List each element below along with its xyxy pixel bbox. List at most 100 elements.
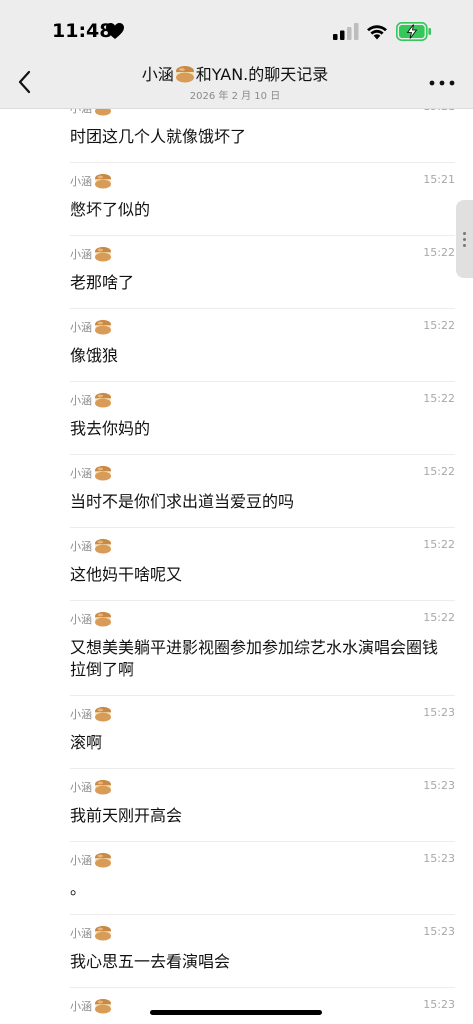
message-row[interactable]: 小涵 15:23 。 xyxy=(70,842,455,915)
sender-name: 小涵 xyxy=(70,998,112,1014)
chat-title: 小涵 和YAN.的聊天记录 2026 年 2 月 10 日 xyxy=(80,64,390,102)
macaron-emoji-icon xyxy=(95,538,111,554)
message-row[interactable]: 小涵 15:23 我前天刚开高会 xyxy=(70,769,455,842)
message-text: 当时不是你们求出道当爱豆的吗 xyxy=(70,492,295,511)
message-header: 小涵 15:23 xyxy=(70,915,455,951)
message-text: 这他妈干啥呢又 xyxy=(70,565,183,584)
title-name: 小涵 xyxy=(141,65,174,84)
page-title: 小涵 和YAN.的聊天记录 xyxy=(80,64,390,86)
sender-label: 小涵 xyxy=(70,248,92,261)
message-time: 15:22 xyxy=(423,319,455,332)
sender-label: 小涵 xyxy=(70,1000,92,1013)
message-text: 。 xyxy=(70,879,87,898)
message-row[interactable]: 小涵 15:22 我去你妈的 xyxy=(70,382,455,455)
sender-label: 小涵 xyxy=(70,540,92,553)
message-header: 小涵 15:22 xyxy=(70,309,455,345)
message-header: 小涵 15:22 xyxy=(70,455,455,491)
message-row[interactable]: 小涵15:23我真是没招了 xyxy=(70,988,455,1024)
top-bar: 11:48 小涵 和YAN.的聊天记录 2026 年 2 月 10 日 xyxy=(0,0,473,109)
sender-label: 小涵 xyxy=(70,781,92,794)
message-list[interactable]: 小涵15:21时团这几个人就像饿坏了小涵15:21憋坏了似的小涵15:22老那啥… xyxy=(0,108,473,1024)
sender-name: 小涵 xyxy=(70,852,112,868)
signal-icon xyxy=(333,23,359,40)
macaron-emoji-icon xyxy=(95,465,111,481)
message-row[interactable]: 小涵15:21时团这几个人就像饿坏了 xyxy=(70,108,455,163)
sender-label: 小涵 xyxy=(70,108,92,115)
macaron-emoji-icon xyxy=(95,392,111,408)
heart-icon xyxy=(106,23,124,39)
message-header: 小涵 15:23 xyxy=(70,696,455,732)
message-header: 小涵 15:23 xyxy=(70,988,455,1024)
message-header: 小涵 15:22 xyxy=(70,601,455,637)
message-list-inner: 小涵15:21时团这几个人就像饿坏了小涵15:21憋坏了似的小涵15:22老那啥… xyxy=(0,108,473,1024)
macaron-emoji-icon xyxy=(95,925,111,941)
message-row[interactable]: 小涵 15:22 又想美美躺平进影视圈参加参加综艺水水演唱会圈钱拉倒了啊 xyxy=(70,601,455,696)
message-text: 像饿狼 xyxy=(70,346,119,365)
message-time: 15:23 xyxy=(423,852,455,865)
message-row[interactable]: 小涵 15:21 憋坏了似的 xyxy=(70,163,455,236)
message-text: 滚啊 xyxy=(70,733,103,752)
sender-name: 小涵 xyxy=(70,538,112,554)
message-text: 老那啥了 xyxy=(70,273,135,292)
message-row[interactable]: 小涵 15:22 老那啥了 xyxy=(70,236,455,309)
message-text: 又想美美躺平进影视圈参加参加综艺水水演唱会圈钱拉倒了啊 xyxy=(70,638,439,679)
message-header: 小涵 15:21 xyxy=(70,163,455,199)
title-suffix: 和YAN.的聊天记录 xyxy=(195,65,329,84)
message-header: 小涵 15:22 xyxy=(70,236,455,272)
message-time: 15:21 xyxy=(423,173,455,186)
back-button[interactable] xyxy=(12,64,40,100)
message-text: 我前天刚开高会 xyxy=(70,806,183,825)
message-row[interactable]: 小涵 15:22 像饿狼 xyxy=(70,309,455,382)
sender-label: 小涵 xyxy=(70,854,92,867)
home-indicator[interactable] xyxy=(150,1010,322,1015)
macaron-emoji-icon xyxy=(95,998,111,1014)
sender-name: 小涵 xyxy=(70,319,112,335)
sender-name: 小涵 xyxy=(70,611,112,627)
message-header: 小涵 15:23 xyxy=(70,842,455,878)
more-icon[interactable] xyxy=(428,76,456,90)
message-time: 15:22 xyxy=(423,611,455,624)
message-header: 小涵 15:23 xyxy=(70,769,455,805)
sender-name: 小涵 xyxy=(70,108,112,116)
sender-name: 小涵 xyxy=(70,246,112,262)
sender-label: 小涵 xyxy=(70,613,92,626)
message-text: 憋坏了似的 xyxy=(70,200,151,219)
message-row[interactable]: 小涵 15:22 这他妈干啥呢又 xyxy=(70,528,455,601)
scroll-handle[interactable] xyxy=(456,200,473,278)
macaron-emoji-icon xyxy=(95,779,111,795)
sender-name: 小涵 xyxy=(70,779,112,795)
message-time: 15:22 xyxy=(423,246,455,259)
message-header: 小涵 15:22 xyxy=(70,528,455,564)
message-text: 我去你妈的 xyxy=(70,419,151,438)
message-row[interactable]: 小涵 15:23 我心思五一去看演唱会 xyxy=(70,915,455,988)
sender-name: 小涵 xyxy=(70,706,112,722)
message-time: 15:22 xyxy=(423,465,455,478)
sender-name: 小涵 xyxy=(70,925,112,941)
macaron-emoji-icon xyxy=(95,706,111,722)
sender-name: 小涵 xyxy=(70,173,112,189)
sender-label: 小涵 xyxy=(70,467,92,480)
sender-label: 小涵 xyxy=(70,394,92,407)
sender-label: 小涵 xyxy=(70,708,92,721)
message-time: 15:23 xyxy=(423,779,455,792)
message-time: 15:22 xyxy=(423,392,455,405)
macaron-emoji-icon xyxy=(95,108,111,116)
wifi-icon xyxy=(367,25,387,40)
sender-name: 小涵 xyxy=(70,465,112,481)
message-time: 15:22 xyxy=(423,538,455,551)
macaron-emoji-icon xyxy=(95,611,111,627)
macaron-emoji-icon xyxy=(95,246,111,262)
macaron-emoji-icon xyxy=(95,319,111,335)
message-time: 15:23 xyxy=(423,998,455,1011)
sender-label: 小涵 xyxy=(70,321,92,334)
message-time: 15:23 xyxy=(423,706,455,719)
macaron-emoji-icon xyxy=(175,66,194,83)
sender-label: 小涵 xyxy=(70,175,92,188)
message-text: 我心思五一去看演唱会 xyxy=(70,952,231,971)
message-row[interactable]: 小涵 15:22 当时不是你们求出道当爱豆的吗 xyxy=(70,455,455,528)
chat-date: 2026 年 2 月 10 日 xyxy=(189,91,281,102)
message-row[interactable]: 小涵 15:23 滚啊 xyxy=(70,696,455,769)
sender-name: 小涵 xyxy=(70,392,112,408)
battery-charging-icon xyxy=(396,22,431,41)
status-time: 11:48 xyxy=(52,20,113,42)
